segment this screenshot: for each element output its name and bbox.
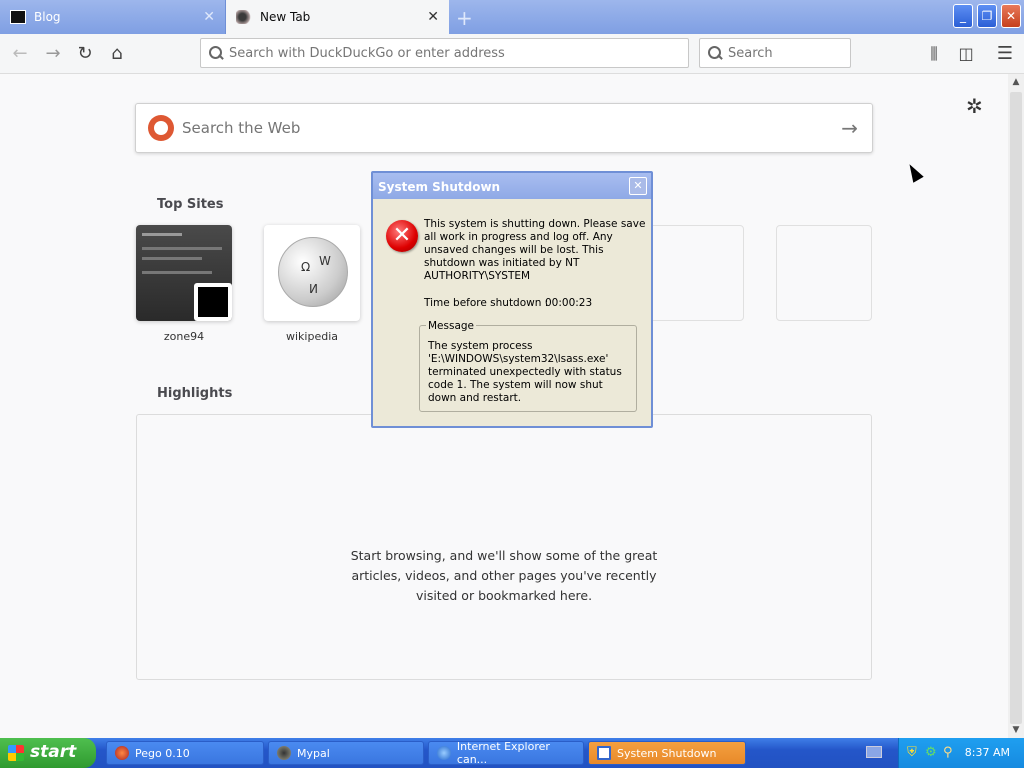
- address-input[interactable]: [229, 45, 688, 61]
- forward-arrow-icon[interactable]: →: [41, 42, 65, 66]
- system-shutdown-dialog: System Shutdown ✕ ✕ This system is shutt…: [371, 171, 653, 428]
- keyboard-language-icon[interactable]: [866, 746, 882, 758]
- close-tab-icon[interactable]: ✕: [427, 9, 439, 25]
- start-label: start: [30, 742, 77, 762]
- dialog-message: This system is shutting down. Please sav…: [424, 218, 646, 282]
- close-window-button[interactable]: ✕: [1001, 4, 1021, 28]
- restore-button[interactable]: ❐: [977, 4, 997, 28]
- new-tab-plus-icon[interactable]: +: [456, 6, 476, 30]
- dialog-title: System Shutdown: [373, 173, 651, 199]
- highlights-heading: Highlights: [157, 386, 233, 401]
- scroll-up-icon[interactable]: ▲: [1008, 74, 1024, 90]
- top-site-wikipedia[interactable]: ΩWИ: [264, 225, 360, 321]
- search-input[interactable]: [728, 45, 850, 61]
- taskbar-item-pego[interactable]: Pego 0.10: [106, 741, 264, 765]
- taskbar-item-mypal[interactable]: Mypal: [268, 741, 424, 765]
- search-go-arrow-icon[interactable]: →: [841, 116, 858, 140]
- reload-icon[interactable]: ↻: [73, 42, 97, 66]
- tab-title: New Tab: [260, 10, 311, 24]
- web-search-input[interactable]: [182, 119, 822, 137]
- security-shield-icon[interactable]: ⛨: [907, 745, 917, 760]
- scroll-down-icon[interactable]: ▼: [1008, 722, 1024, 738]
- wikipedia-globe-icon: ΩWИ: [278, 237, 348, 307]
- search-tray-icon[interactable]: ⚲: [943, 745, 953, 760]
- navigation-toolbar: ← → ↻ ⌂ ⫼ ◫ ☰: [0, 34, 1024, 74]
- mypal-app-icon: [277, 746, 291, 760]
- internet-explorer-icon: [437, 746, 451, 760]
- address-bar[interactable]: [200, 38, 689, 68]
- shutdown-time-label: Time before shutdown :: [424, 297, 549, 309]
- scrollbar-thumb[interactable]: [1010, 92, 1022, 724]
- message-groupbox-legend: Message: [426, 320, 477, 332]
- top-sites-heading: Top Sites: [157, 197, 224, 212]
- tab-new-tab[interactable]: New Tab ✕: [226, 0, 449, 34]
- close-tab-icon[interactable]: ✕: [203, 9, 215, 25]
- duckduckgo-logo-icon: [148, 115, 174, 141]
- minimize-button[interactable]: _: [953, 4, 973, 28]
- start-button[interactable]: start: [0, 738, 96, 768]
- highlights-empty-message: Start browsing, and we'll show some of t…: [350, 548, 658, 603]
- taskbar-item-internet-explorer[interactable]: Internet Explorer can...: [428, 740, 584, 766]
- window-app-icon: [597, 746, 611, 760]
- taskbar-item-system-shutdown[interactable]: System Shutdown: [588, 741, 746, 765]
- tab-blog[interactable]: Blog ✕: [0, 0, 226, 34]
- search-icon: [209, 46, 223, 60]
- web-search-box[interactable]: →: [135, 103, 873, 153]
- shutdown-countdown: 00:00:23: [545, 297, 593, 309]
- windows-flag-icon: [8, 745, 24, 761]
- menu-hamburger-icon[interactable]: ☰: [993, 42, 1017, 66]
- pego-app-icon: [115, 746, 129, 760]
- top-site-empty: [648, 225, 744, 321]
- task-label: Mypal: [297, 746, 330, 760]
- task-label: System Shutdown: [617, 746, 717, 760]
- sidebar-icon[interactable]: ◫: [954, 42, 978, 66]
- back-arrow-icon[interactable]: ←: [8, 42, 32, 66]
- library-icon[interactable]: ⫼: [922, 42, 946, 66]
- clock: 8:37 AM: [964, 746, 1010, 759]
- network-icon[interactable]: ⚙: [925, 745, 937, 760]
- task-label: Pego 0.10: [135, 746, 190, 760]
- tab-title: Blog: [34, 10, 61, 24]
- dialog-close-button[interactable]: ✕: [629, 177, 647, 195]
- message-groupbox-text: The system process 'E:\WINDOWS\system32\…: [428, 340, 622, 404]
- top-site-zone94[interactable]: [136, 225, 232, 321]
- error-icon: ✕: [386, 220, 418, 252]
- search-bar[interactable]: [699, 38, 851, 68]
- system-tray: ⛨ ⚙ ⚲ 8:37 AM: [898, 738, 1024, 768]
- settings-gear-icon[interactable]: ✲: [966, 94, 983, 118]
- task-label: Internet Explorer can...: [456, 740, 550, 766]
- search-icon: [708, 46, 722, 60]
- blog-favicon-icon: [10, 10, 26, 24]
- mypal-favicon-icon: [236, 10, 252, 24]
- tab-strip: Blog ✕ New Tab ✕ + _ ❐ ✕: [0, 0, 1024, 34]
- top-site-label: wikipedia: [285, 330, 338, 343]
- vertical-scrollbar[interactable]: ▲ ▼: [1008, 74, 1024, 738]
- top-site-empty: [776, 225, 872, 321]
- top-site-label: zone94: [163, 330, 205, 343]
- message-groupbox: Message The system process 'E:\WINDOWS\s…: [419, 320, 637, 412]
- home-icon[interactable]: ⌂: [105, 42, 129, 66]
- zone94-favicon-icon: [194, 283, 232, 321]
